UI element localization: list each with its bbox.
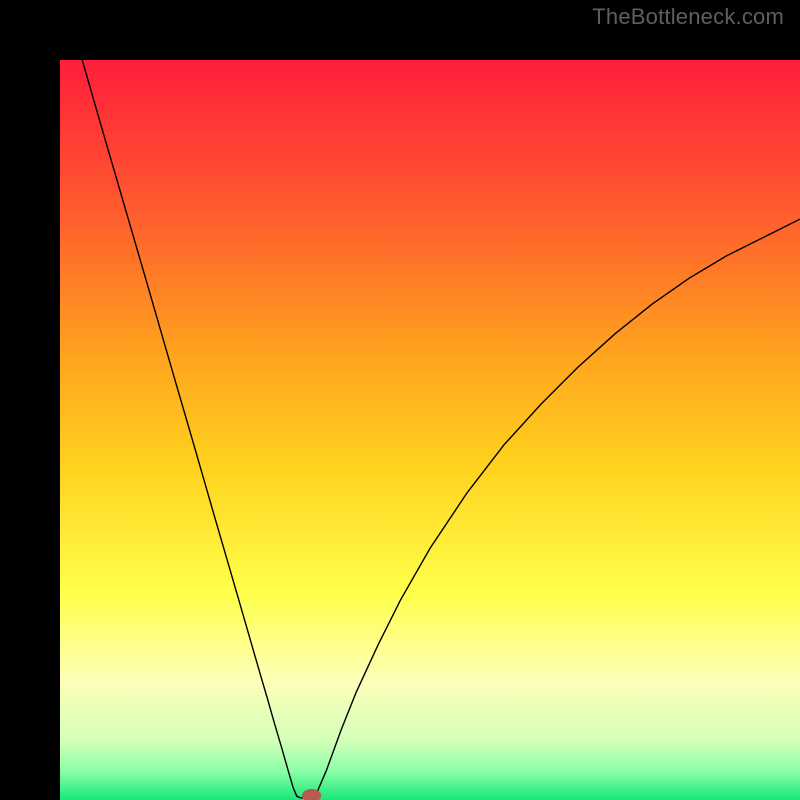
chart-frame bbox=[0, 0, 800, 800]
bottleneck-chart bbox=[60, 60, 800, 800]
watermark-text: TheBottleneck.com bbox=[592, 4, 784, 30]
gradient-background bbox=[60, 60, 800, 800]
